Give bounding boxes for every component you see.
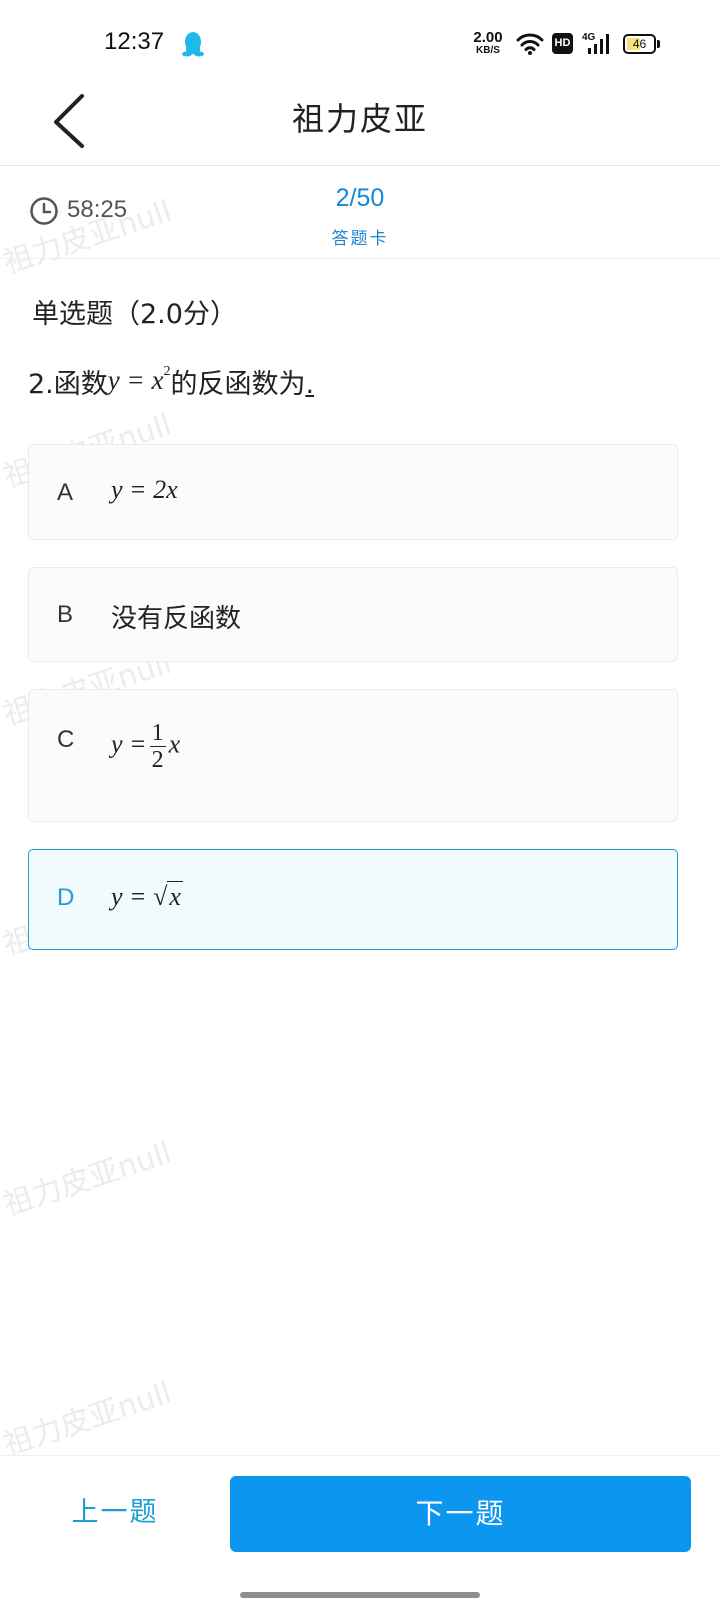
option-letter: B: [57, 601, 74, 628]
bottom-navigation: 上一题 下一题: [0, 1455, 720, 1600]
option-letter: C: [57, 726, 75, 753]
nav-bar: 祖力皮亚: [0, 88, 720, 166]
option-content: y = 2x: [111, 475, 178, 504]
qq-penguin-icon: [182, 32, 204, 57]
status-bar: 12:37 2.00 KB/S HD 4G 46: [0, 0, 720, 88]
network-speed: 2.00 KB/S: [473, 29, 503, 56]
hd-icon: HD: [552, 33, 573, 54]
option-b[interactable]: B 没有反函数: [28, 567, 678, 662]
square-root: √x: [153, 881, 183, 911]
home-indicator[interactable]: [240, 1592, 480, 1598]
answer-card-link[interactable]: 答题卡: [0, 224, 720, 249]
battery-level: 46: [632, 37, 647, 51]
exam-info-bar: 58:25 2/50 答题卡: [0, 166, 720, 259]
option-letter: A: [57, 479, 74, 506]
battery-icon: 46: [623, 34, 660, 54]
wifi-icon: [516, 33, 544, 55]
signal-icon: 4G: [582, 32, 609, 54]
option-content: y = √x: [111, 881, 183, 911]
option-content: 没有反函数: [111, 604, 242, 634]
option-d[interactable]: D y = √x: [28, 849, 678, 950]
question-formula: y = x2: [107, 364, 171, 395]
question-progress: 2/50: [335, 184, 385, 212]
fraction: 12: [149, 720, 166, 773]
svg-text:4G: 4G: [582, 32, 596, 43]
page-title: 祖力皮亚: [291, 100, 428, 138]
question-end-mark: .: [305, 369, 315, 400]
status-time: 12:37: [104, 28, 165, 55]
option-a[interactable]: A y = 2x: [28, 444, 678, 540]
question-text: 2.函数y = x2的反函数为.: [28, 362, 314, 401]
watermark: 祖力皮亚null: [0, 1135, 176, 1224]
previous-question-button[interactable]: 上一题: [40, 1476, 190, 1550]
option-content: y = 1 2 x: [111, 720, 181, 773]
watermark: 祖力皮亚null: [0, 1375, 176, 1464]
question-prefix: 2.函数: [28, 369, 108, 400]
question-type-label: 单选题（2.0分）: [32, 299, 237, 330]
question-suffix: 的反函数为: [170, 369, 306, 400]
option-c[interactable]: C y = 1 2 x: [28, 689, 678, 822]
next-question-button[interactable]: 下一题: [230, 1476, 691, 1552]
option-letter: D: [57, 884, 75, 911]
